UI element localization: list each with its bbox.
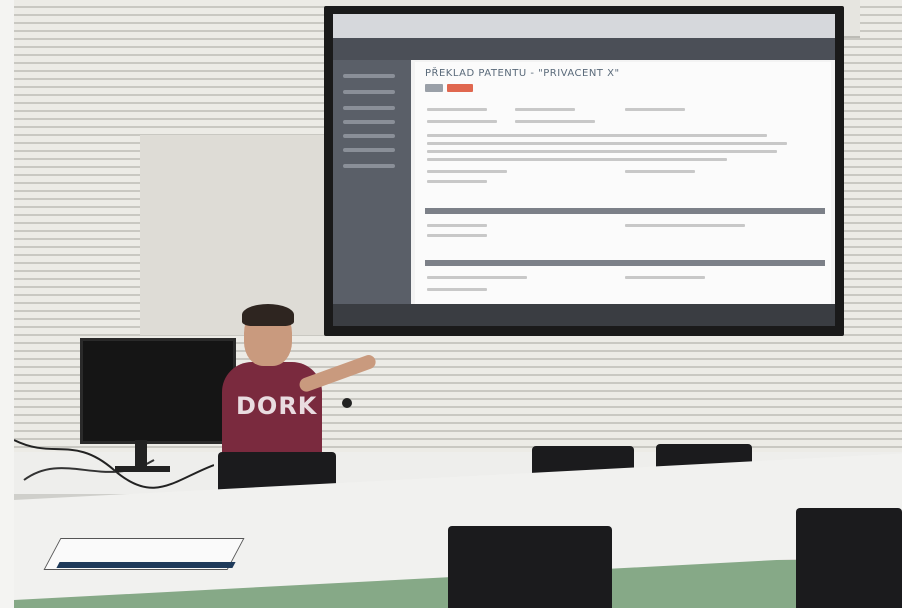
sidebar-item	[343, 148, 395, 152]
sidebar-item	[343, 106, 395, 110]
field-row	[427, 234, 487, 237]
sidebar-item	[343, 120, 395, 124]
field-row	[625, 170, 695, 173]
book-cover	[56, 562, 236, 568]
field-row	[515, 120, 595, 123]
monitor-base	[115, 466, 170, 472]
field-row	[427, 158, 727, 161]
wristwatch	[342, 398, 352, 408]
chair	[796, 508, 902, 608]
projected-browser-bar	[333, 14, 835, 38]
wall-panel	[140, 135, 330, 335]
field-row	[427, 150, 777, 153]
sidebar-item	[343, 164, 395, 168]
chair	[448, 526, 612, 608]
monitor-stand	[135, 440, 147, 468]
shirt-print-text: DORK	[236, 392, 318, 420]
field-row	[625, 276, 705, 279]
wall-edge	[0, 0, 14, 608]
field-row	[427, 108, 487, 111]
field-row	[427, 142, 787, 145]
field-row	[427, 120, 497, 123]
section-header-bar	[425, 208, 825, 214]
presenter-hair	[242, 304, 294, 326]
projected-app-header	[333, 38, 835, 60]
field-row	[625, 108, 685, 111]
projection-screen: PŘEKLAD PATENTU - "PRIVACENT X"	[333, 14, 835, 326]
projected-taskbar	[333, 304, 835, 326]
field-row	[427, 276, 527, 279]
field-row	[427, 134, 767, 137]
projected-app-sidebar	[333, 60, 411, 326]
section-header-bar	[425, 260, 825, 266]
field-row	[427, 288, 487, 291]
projected-content-area: PŘEKLAD PATENTU - "PRIVACENT X"	[415, 62, 831, 324]
field-row	[515, 108, 575, 111]
field-row	[427, 224, 487, 227]
field-row	[427, 170, 507, 173]
sidebar-item	[343, 74, 395, 78]
field-row	[427, 180, 487, 183]
projected-accent-button	[447, 84, 473, 92]
projected-button	[425, 84, 443, 92]
sidebar-item	[343, 134, 395, 138]
projected-page-title: PŘEKLAD PATENTU - "PRIVACENT X"	[425, 68, 620, 79]
computer-monitor	[80, 338, 236, 444]
field-row	[625, 224, 745, 227]
sidebar-item	[343, 90, 395, 94]
